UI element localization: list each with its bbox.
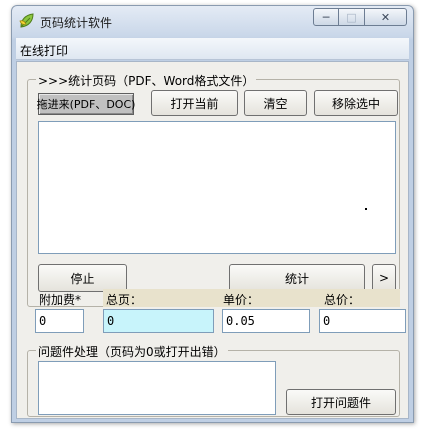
open-problem-files-button[interactable]: 打开问题件 (286, 389, 396, 415)
stats-group: >>>统计页码（PDF、Word格式文件） 拖进来(PDF、DOC) 打开当前 … (27, 72, 400, 307)
list-marker (365, 208, 367, 210)
total-pages-label: 总页： (106, 293, 143, 307)
unit-price-field[interactable]: 0.05 (222, 309, 310, 333)
surcharge-field[interactable]: 0 (35, 309, 84, 333)
window-title: 页码统计软件 (40, 16, 113, 30)
drop-files-button[interactable]: 拖进来(PDF、DOC) (37, 93, 135, 115)
maximize-icon[interactable]: □ (339, 8, 365, 26)
surcharge-label: 附加费* (39, 293, 82, 307)
unit-price-label: 单价： (223, 293, 260, 307)
stats-group-legend: >>>统计页码（PDF、Word格式文件） (36, 72, 257, 89)
total-pages-field[interactable]: 0 (103, 309, 214, 333)
stop-button[interactable]: 停止 (38, 264, 127, 292)
problem-file-list[interactable] (38, 361, 276, 415)
file-list[interactable] (38, 121, 396, 254)
menu-bar: 在线打印 (16, 38, 409, 60)
minimize-icon[interactable]: ─ (313, 8, 339, 26)
title-bar[interactable]: 页码统计软件 ─ □ ✕ (12, 6, 413, 36)
app-leaf-icon (19, 13, 34, 28)
next-button[interactable]: > (372, 264, 396, 292)
close-icon[interactable]: ✕ (365, 8, 407, 26)
open-current-button[interactable]: 打开当前 (151, 90, 238, 116)
app-window: 页码统计软件 ─ □ ✕ 在线打印 >>>统计页码（PDF、Word格式文件） … (11, 5, 414, 423)
menu-item-online-print[interactable]: 在线打印 (20, 42, 68, 59)
caption-buttons: ─ □ ✕ (313, 8, 407, 26)
client-area: >>>统计页码（PDF、Word格式文件） 拖进来(PDF、DOC) 打开当前 … (16, 61, 409, 419)
problem-group-legend: 问题件处理（页码为0或打开出错） (36, 343, 228, 360)
clear-button[interactable]: 清空 (244, 90, 307, 116)
total-price-field[interactable]: 0 (319, 309, 406, 333)
count-button[interactable]: 统计 (229, 264, 365, 292)
problem-group: 问题件处理（页码为0或打开出错） 打开问题件 (27, 343, 400, 417)
total-price-label: 总价： (324, 293, 361, 307)
remove-selected-button[interactable]: 移除选中 (314, 90, 398, 116)
